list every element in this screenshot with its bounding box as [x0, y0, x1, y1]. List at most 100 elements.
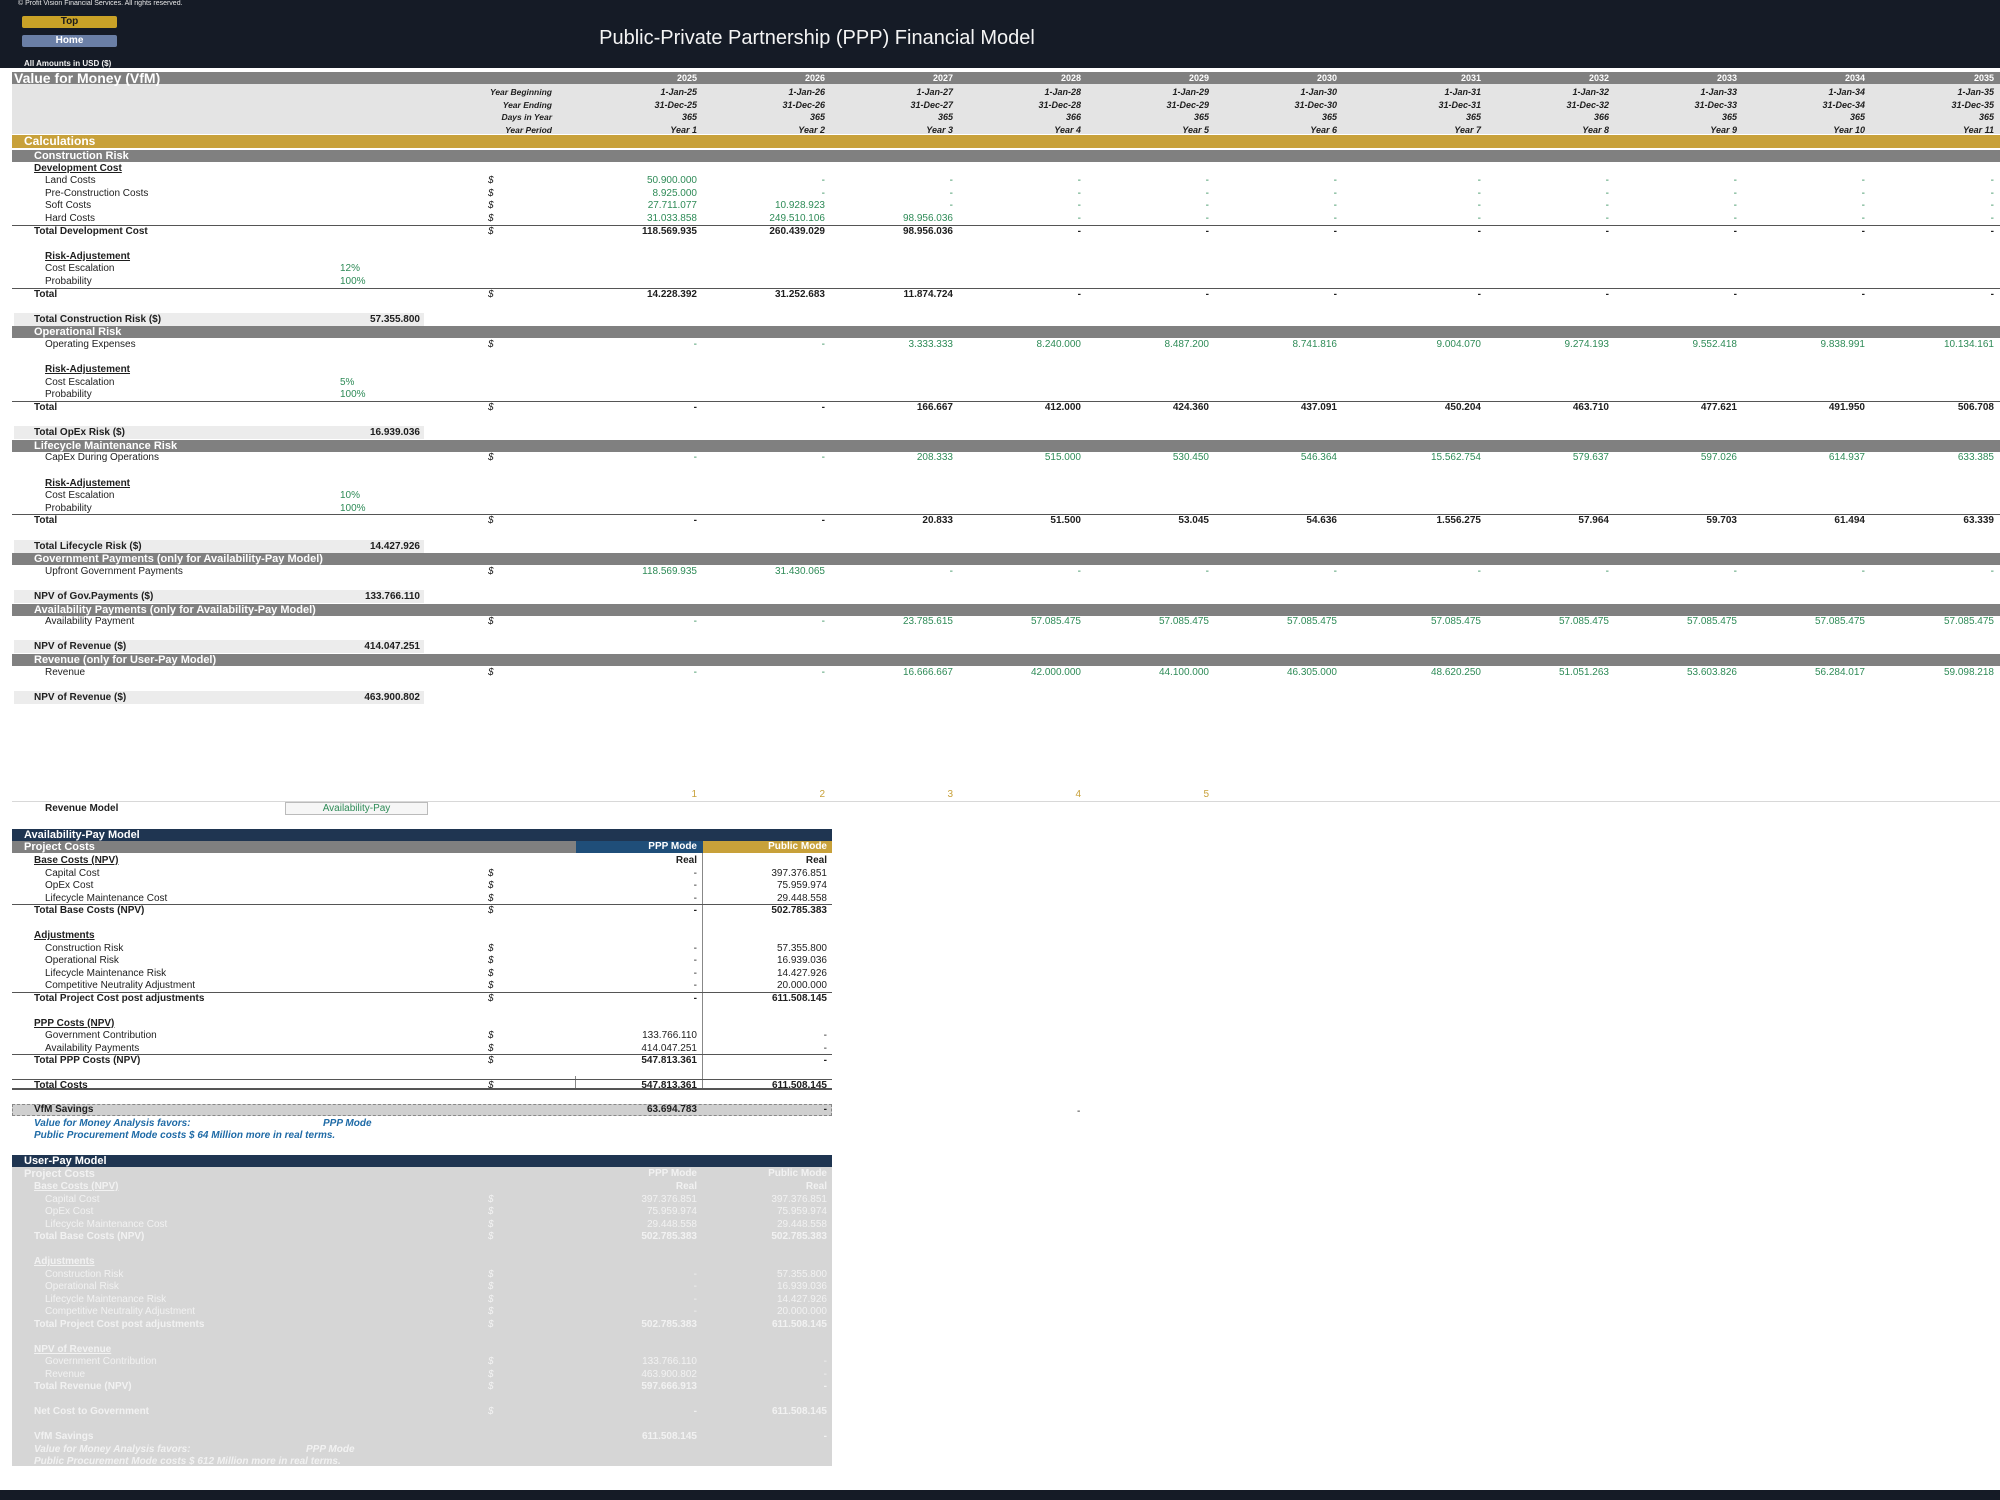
value-cell[interactable]: -	[1361, 188, 1481, 200]
value-cell[interactable]: -	[1217, 200, 1337, 212]
value-cell[interactable]: -	[1745, 213, 1865, 225]
value-cell[interactable]: -	[705, 339, 825, 351]
value-cell[interactable]: -	[705, 188, 825, 200]
param-value[interactable]: 12%	[340, 263, 360, 275]
value-cell[interactable]: 23.785.615	[833, 616, 953, 628]
value-cell[interactable]: -	[1489, 213, 1609, 225]
value-cell[interactable]: 57.085.475	[1489, 616, 1609, 628]
value-cell[interactable]: 9.004.070	[1361, 339, 1482, 351]
value-cell[interactable]: -	[1874, 566, 1994, 578]
value-cell[interactable]: -	[833, 188, 953, 200]
value-cell[interactable]: 57.085.475	[1217, 616, 1337, 628]
value-cell[interactable]: 53.603.826	[1617, 667, 1737, 679]
value-cell[interactable]: 633.385	[1874, 452, 1994, 464]
value-cell[interactable]: -	[1617, 566, 1737, 578]
value-cell[interactable]: 16.666.667	[833, 667, 953, 679]
value-cell[interactable]: -	[1745, 200, 1865, 212]
value-cell[interactable]: -	[705, 175, 825, 187]
value-cell[interactable]: -	[1617, 200, 1737, 212]
value-cell[interactable]: -	[833, 200, 953, 212]
value-cell[interactable]: 597.026	[1617, 452, 1737, 464]
value-cell[interactable]: 59.098.218	[1874, 667, 1994, 679]
value-cell[interactable]: -	[1874, 200, 1994, 212]
value-cell[interactable]: -	[1361, 566, 1481, 578]
value-cell[interactable]: -	[577, 452, 697, 464]
value-cell[interactable]: -	[1089, 188, 1209, 200]
value-cell[interactable]: 98.956.036	[833, 213, 953, 225]
value-cell[interactable]: 48.620.250	[1361, 667, 1481, 679]
value-cell[interactable]: -	[961, 188, 1081, 200]
value-cell[interactable]: -	[705, 616, 825, 628]
value-cell[interactable]: -	[961, 213, 1081, 225]
param-value[interactable]: 100%	[340, 276, 366, 288]
value-cell[interactable]: -	[1489, 188, 1609, 200]
value-cell[interactable]: 57.085.475	[961, 616, 1081, 628]
value-cell[interactable]: 57.085.475	[1361, 616, 1481, 628]
value-cell[interactable]: -	[1489, 175, 1609, 187]
value-cell[interactable]: -	[1217, 188, 1337, 200]
value-cell[interactable]: 9.274.193	[1489, 339, 1610, 351]
param-value[interactable]: 100%	[340, 389, 366, 401]
value-cell[interactable]: -	[705, 452, 825, 464]
value-cell[interactable]: -	[1089, 566, 1209, 578]
value-cell[interactable]: -	[1745, 566, 1865, 578]
value-cell[interactable]: 31.430.065	[705, 566, 825, 578]
value-cell[interactable]: -	[577, 339, 697, 351]
value-cell[interactable]: 8.240.000	[961, 339, 1082, 351]
value-cell[interactable]: 9.552.418	[1617, 339, 1738, 351]
value-cell[interactable]: 57.085.475	[1874, 616, 1994, 628]
value-cell[interactable]: -	[1874, 175, 1994, 187]
value-cell[interactable]: 249.510.106	[705, 213, 825, 225]
value-cell[interactable]: -	[1489, 566, 1609, 578]
value-cell[interactable]: 44.100.000	[1089, 667, 1209, 679]
value-cell[interactable]: -	[1617, 188, 1737, 200]
value-cell[interactable]: -	[1617, 175, 1737, 187]
value-cell[interactable]: 46.305.000	[1217, 667, 1337, 679]
value-cell[interactable]: -	[1089, 213, 1209, 225]
value-cell[interactable]: -	[1361, 175, 1481, 187]
value-cell[interactable]: -	[961, 175, 1081, 187]
value-cell[interactable]: 530.450	[1089, 452, 1209, 464]
value-cell[interactable]: -	[961, 200, 1081, 212]
value-cell[interactable]: -	[577, 616, 697, 628]
value-cell[interactable]: -	[1874, 188, 1994, 200]
value-cell[interactable]: -	[1745, 188, 1865, 200]
value-cell[interactable]: 118.569.935	[577, 566, 697, 578]
value-cell[interactable]: -	[1489, 200, 1609, 212]
value-cell[interactable]: -	[833, 175, 953, 187]
value-cell[interactable]: 614.937	[1745, 452, 1865, 464]
value-cell[interactable]: -	[705, 667, 825, 679]
value-cell[interactable]: 57.085.475	[1089, 616, 1209, 628]
value-cell[interactable]: -	[577, 667, 697, 679]
value-cell[interactable]: -	[1217, 175, 1337, 187]
value-cell[interactable]: 8.487.200	[1089, 339, 1210, 351]
value-cell[interactable]: -	[1874, 213, 1994, 225]
value-cell[interactable]: -	[1745, 175, 1865, 187]
value-cell[interactable]: 57.085.475	[1745, 616, 1865, 628]
revenue-model-select[interactable]: Availability-Pay	[285, 803, 428, 815]
value-cell[interactable]: 50.900.000	[577, 175, 697, 187]
value-cell[interactable]: -	[1361, 213, 1481, 225]
value-cell[interactable]: 515.000	[961, 452, 1081, 464]
value-cell[interactable]: 56.284.017	[1745, 667, 1865, 679]
value-cell[interactable]: -	[1089, 200, 1209, 212]
value-cell[interactable]: -	[961, 566, 1081, 578]
value-cell[interactable]: 579.637	[1489, 452, 1609, 464]
value-cell[interactable]: 10.134.161	[1874, 339, 1994, 351]
value-cell[interactable]: -	[1361, 200, 1481, 212]
value-cell[interactable]: 31.033.858	[577, 213, 697, 225]
value-cell[interactable]: -	[1617, 213, 1737, 225]
value-cell[interactable]: 3.333.333	[833, 339, 954, 351]
param-value[interactable]: 10%	[340, 490, 360, 502]
value-cell[interactable]: -	[833, 566, 953, 578]
value-cell[interactable]: 8.741.816	[1217, 339, 1338, 351]
value-cell[interactable]: 57.085.475	[1617, 616, 1737, 628]
param-value[interactable]: 100%	[340, 503, 366, 515]
value-cell[interactable]: 42.000.000	[961, 667, 1081, 679]
value-cell[interactable]: 27.711.077	[577, 200, 697, 212]
value-cell[interactable]: -	[1217, 213, 1337, 225]
value-cell[interactable]: 10.928.923	[705, 200, 825, 212]
value-cell[interactable]: 15.562.754	[1361, 452, 1481, 464]
value-cell[interactable]: 8.925.000	[577, 188, 698, 200]
value-cell[interactable]: -	[1089, 175, 1209, 187]
